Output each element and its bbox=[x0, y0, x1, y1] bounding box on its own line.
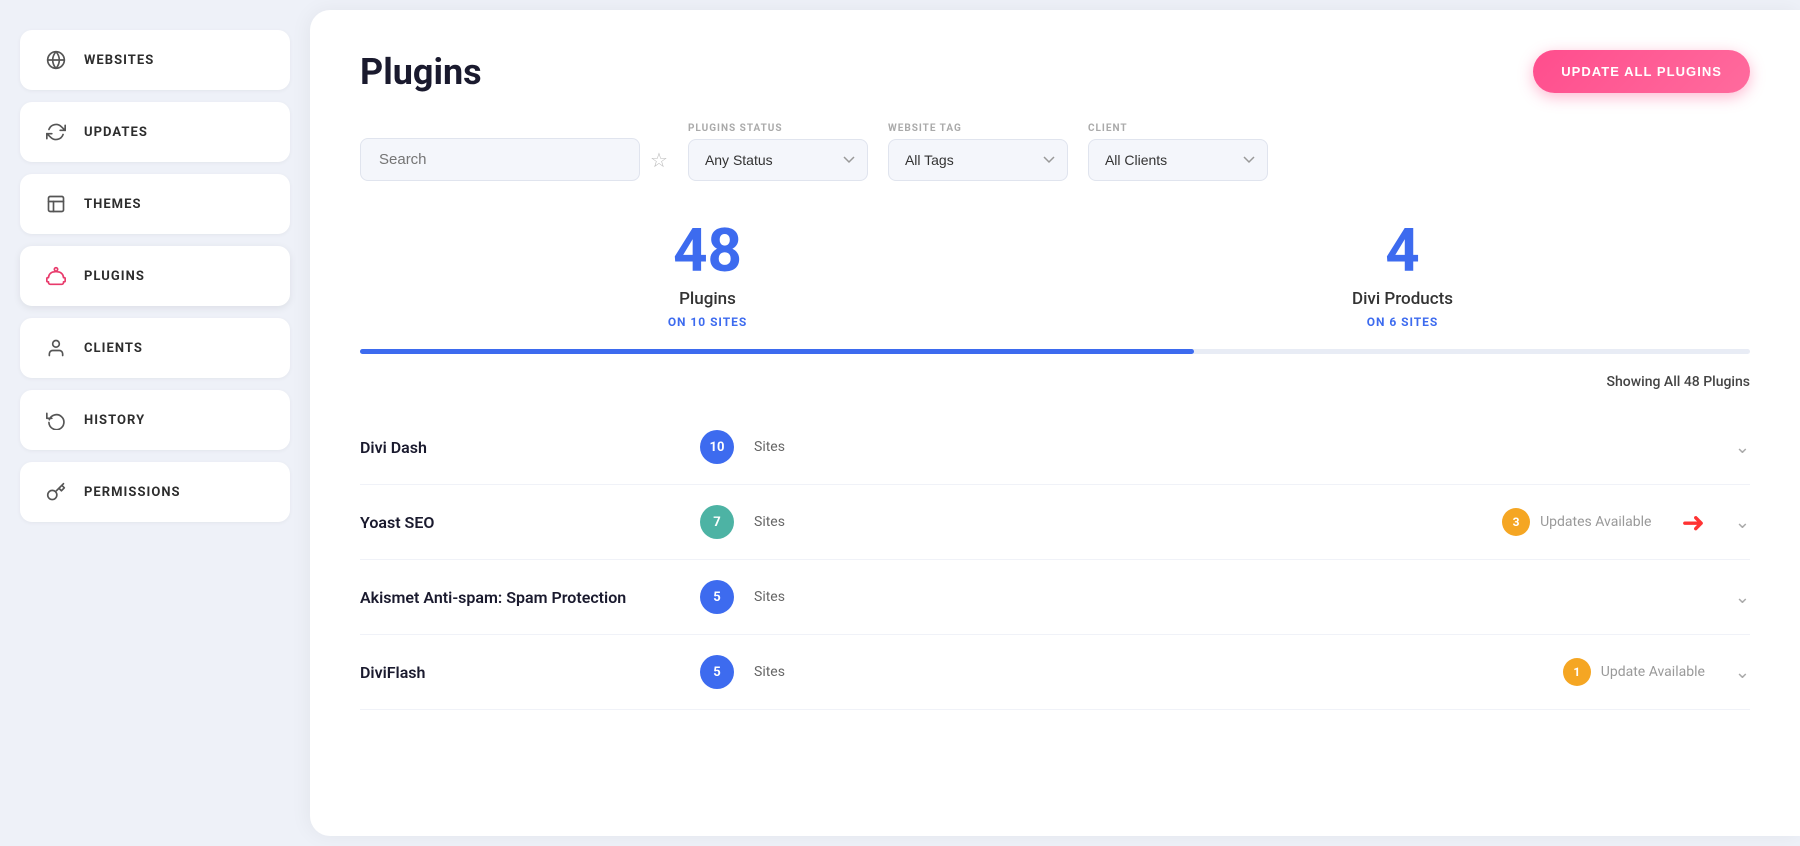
chevron-down-icon[interactable]: ⌄ bbox=[1735, 512, 1750, 533]
sites-label: Sites bbox=[754, 439, 785, 455]
updates-text: Updates Available bbox=[1540, 514, 1651, 530]
plugin-name: Akismet Anti-spam: Spam Protection bbox=[360, 588, 680, 607]
sidebar-label-permissions: PERMISSIONS bbox=[84, 485, 181, 500]
refresh-icon bbox=[44, 120, 68, 144]
divi-stat-block: 4 Divi Products ON 6 SITES bbox=[1055, 221, 1750, 329]
globe-icon bbox=[44, 48, 68, 72]
plugins-stat-block: 48 Plugins ON 10 SITES bbox=[360, 221, 1055, 329]
key-icon bbox=[44, 480, 68, 504]
sidebar-label-plugins: PLUGINS bbox=[84, 269, 145, 284]
sidebar-item-clients[interactable]: CLIENTS bbox=[20, 318, 290, 378]
star-icon[interactable]: ☆ bbox=[650, 148, 668, 172]
sidebar-label-clients: CLIENTS bbox=[84, 341, 143, 356]
sidebar-item-history[interactable]: HISTORY bbox=[20, 390, 290, 450]
sidebar-label-websites: WEBSITES bbox=[84, 53, 154, 68]
sidebar-item-permissions[interactable]: PERMISSIONS bbox=[20, 462, 290, 522]
updates-wrapper: 3 Updates Available bbox=[1502, 508, 1651, 536]
plugins-count: 48 bbox=[360, 221, 1055, 281]
arrow-right-icon: ➜ bbox=[1681, 506, 1704, 539]
plugins-label: Plugins bbox=[360, 289, 1055, 309]
sidebar-item-websites[interactable]: WEBSITES bbox=[20, 30, 290, 90]
plugins-status-label: PLUGINS STATUS bbox=[688, 123, 868, 134]
divi-label: Divi Products bbox=[1055, 289, 1750, 309]
website-tag-filter-group: WEBSITE TAG All Tags bbox=[888, 123, 1068, 181]
plugin-name: DiviFlash bbox=[360, 663, 680, 682]
table-row: Divi Dash 10 Sites ⌄ bbox=[360, 410, 1750, 485]
sites-badge: 10 bbox=[700, 430, 734, 464]
updates-wrapper: 1 Update Available bbox=[1563, 658, 1705, 686]
history-icon bbox=[44, 408, 68, 432]
plugins-status-select[interactable]: Any Status bbox=[688, 139, 868, 181]
divi-count: 4 bbox=[1055, 221, 1750, 281]
showing-text: Showing All 48 Plugins bbox=[360, 374, 1750, 390]
plugins-status-filter-group: PLUGINS STATUS Any Status bbox=[688, 123, 868, 181]
sites-label: Sites bbox=[754, 664, 785, 680]
filters-row: ☆ PLUGINS STATUS Any Status WEBSITE TAG … bbox=[360, 123, 1750, 181]
updates-count-badge: 3 bbox=[1502, 508, 1530, 536]
table-row: DiviFlash 5 Sites 1 Update Available ⌄ bbox=[360, 635, 1750, 710]
updates-count-badge: 1 bbox=[1563, 658, 1591, 686]
chevron-down-icon[interactable]: ⌄ bbox=[1735, 662, 1750, 683]
sites-badge: 5 bbox=[700, 655, 734, 689]
plugin-name: Divi Dash bbox=[360, 438, 680, 457]
stats-row: 48 Plugins ON 10 SITES 4 Divi Products O… bbox=[360, 221, 1750, 329]
sites-badge: 7 bbox=[700, 505, 734, 539]
sidebar-item-plugins[interactable]: PLUGINS bbox=[20, 246, 290, 306]
plugins-sites: ON 10 SITES bbox=[360, 315, 1055, 329]
plugin-list: Divi Dash 10 Sites ⌄ Yoast SEO 7 Sites 3… bbox=[360, 410, 1750, 710]
website-tag-label: WEBSITE TAG bbox=[888, 123, 1068, 134]
client-label: CLIENT bbox=[1088, 123, 1268, 134]
main-content: Plugins UPDATE ALL PLUGINS ☆ PLUGINS STA… bbox=[310, 10, 1800, 836]
user-icon bbox=[44, 336, 68, 360]
table-row: Yoast SEO 7 Sites 3 Updates Available ➜ … bbox=[360, 485, 1750, 560]
page-title: Plugins bbox=[360, 51, 482, 93]
chevron-down-icon[interactable]: ⌄ bbox=[1735, 437, 1750, 458]
sidebar-item-updates[interactable]: UPDATES bbox=[20, 102, 290, 162]
chevron-down-icon[interactable]: ⌄ bbox=[1735, 587, 1750, 608]
plugin-icon bbox=[44, 264, 68, 288]
divi-sites: ON 6 SITES bbox=[1055, 315, 1750, 329]
sidebar-label-history: HISTORY bbox=[84, 413, 145, 428]
table-row: Akismet Anti-spam: Spam Protection 5 Sit… bbox=[360, 560, 1750, 635]
search-wrapper: ☆ bbox=[360, 138, 668, 181]
sites-label: Sites bbox=[754, 589, 785, 605]
page-header: Plugins UPDATE ALL PLUGINS bbox=[360, 50, 1750, 93]
sidebar: WEBSITES UPDATES THEMES PLUGINS bbox=[0, 0, 310, 846]
sites-label: Sites bbox=[754, 514, 785, 530]
search-input[interactable] bbox=[360, 138, 640, 181]
progress-bar-container bbox=[360, 349, 1750, 354]
plugin-name: Yoast SEO bbox=[360, 513, 680, 532]
layout-icon bbox=[44, 192, 68, 216]
sidebar-item-themes[interactable]: THEMES bbox=[20, 174, 290, 234]
sidebar-label-updates: UPDATES bbox=[84, 125, 148, 140]
progress-bar-fill bbox=[360, 349, 1194, 354]
sites-badge: 5 bbox=[700, 580, 734, 614]
sidebar-label-themes: THEMES bbox=[84, 197, 142, 212]
update-all-plugins-button[interactable]: UPDATE ALL PLUGINS bbox=[1533, 50, 1750, 93]
client-filter-group: CLIENT All Clients bbox=[1088, 123, 1268, 181]
website-tag-select[interactable]: All Tags bbox=[888, 139, 1068, 181]
client-select[interactable]: All Clients bbox=[1088, 139, 1268, 181]
updates-text: Update Available bbox=[1601, 664, 1705, 680]
